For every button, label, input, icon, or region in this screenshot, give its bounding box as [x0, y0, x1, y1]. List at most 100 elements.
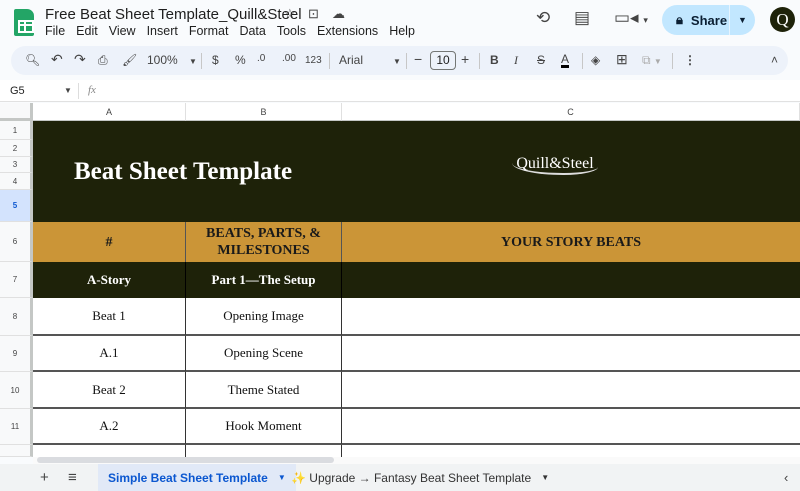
all-sheets-icon[interactable]: ≡ — [68, 469, 77, 486]
collapse-toolbar-icon[interactable]: ˄ — [771, 53, 778, 67]
tab-menu-icon[interactable]: ▼ — [541, 473, 549, 482]
story-beat-cell[interactable] — [342, 336, 800, 372]
quill-steel-logo[interactable]: Quill&Steel — [342, 121, 800, 222]
bold-icon[interactable]: B — [490, 53, 499, 67]
document-title[interactable]: Free Beat Sheet Template_Quill&Steel — [45, 6, 302, 23]
menu-data[interactable]: Data — [239, 24, 265, 38]
beat-name-cell[interactable]: Opening Scene — [186, 336, 342, 372]
font-size-input[interactable]: 10 — [430, 51, 456, 70]
column-header-a[interactable]: A — [33, 103, 186, 121]
menu-format[interactable]: Format — [189, 24, 229, 38]
beat-number-cell[interactable]: A.1 — [33, 336, 186, 372]
percent-button[interactable]: % — [235, 53, 246, 67]
sheets-logo[interactable] — [14, 9, 34, 36]
tab-label: ✨ Upgrade → Fantasy Beat Sheet Template — [291, 470, 532, 485]
search-icon[interactable]: 🔍︎ — [25, 53, 40, 67]
column-header-c[interactable]: C — [342, 103, 800, 121]
row-header[interactable]: 7 — [0, 262, 33, 298]
name-box[interactable]: G5 — [10, 85, 25, 97]
share-dropdown-icon[interactable]: ▼ — [729, 5, 755, 35]
strikethrough-icon[interactable]: S — [537, 53, 545, 67]
row-header[interactable]: 9 — [0, 336, 33, 372]
row-header[interactable]: 2 — [0, 140, 33, 157]
column-header-b[interactable]: B — [186, 103, 342, 121]
row-header[interactable]: 8 — [0, 298, 33, 336]
move-folder-icon[interactable]: ⊡ — [308, 6, 319, 22]
merge-cells-icon[interactable]: ⧉ ▼ — [642, 53, 662, 68]
version-history-icon[interactable]: ⟲ — [536, 8, 550, 28]
story-beat-cell[interactable] — [342, 409, 800, 445]
menu-help[interactable]: Help — [389, 24, 415, 38]
undo-icon[interactable]: ↶ — [51, 51, 63, 68]
row-header[interactable]: 3 — [0, 157, 33, 173]
print-icon[interactable]: ⎙ — [98, 53, 108, 68]
beat-name-cell[interactable]: Theme Stated — [186, 372, 342, 409]
name-box-dropdown-icon[interactable]: ▼ — [64, 86, 72, 95]
zoom-value: 100% — [147, 53, 178, 67]
menu-view[interactable]: View — [109, 24, 136, 38]
spreadsheet-grid[interactable]: A B C 1 2 3 4 5 6 7 8 9 10 11 Beat Sheet… — [0, 103, 800, 457]
cloud-status-icon[interactable]: ☁ — [332, 6, 345, 22]
text-color-icon[interactable]: A — [561, 53, 570, 68]
header-beats[interactable]: BEATS, PARTS, & MILESTONES — [186, 222, 342, 262]
formula-bar: G5 ▼ fx — [0, 80, 800, 102]
comments-icon[interactable]: ▤ — [574, 8, 590, 28]
header-story-beats[interactable]: YOUR STORY BEATS — [342, 222, 800, 262]
borders-icon[interactable]: ⊞ — [616, 51, 628, 68]
formula-input[interactable] — [110, 84, 790, 98]
sheet-title[interactable]: Beat Sheet Template — [33, 121, 342, 222]
beat-number-cell[interactable]: Beat 2 — [33, 372, 186, 409]
add-sheet-icon[interactable]: + — [40, 469, 49, 486]
font-select[interactable]: Arial ▼ — [339, 53, 401, 67]
menu-tools[interactable]: Tools — [277, 24, 306, 38]
beat-number-cell[interactable]: A.2 — [33, 409, 186, 445]
section-part-1[interactable]: Part 1—The Setup — [186, 262, 342, 298]
increase-decimal-button[interactable]: .00 — [282, 53, 296, 64]
star-icon[interactable]: ☆ — [284, 6, 296, 22]
font-value: Arial — [339, 53, 364, 67]
tab-fantasy-upgrade[interactable]: ✨ Upgrade → Fantasy Beat Sheet Template ▼ — [281, 464, 559, 491]
header-number[interactable]: # — [33, 222, 186, 262]
beat-number-cell[interactable]: Beat 1 — [33, 298, 186, 336]
meet-icon[interactable]: ▭◂ ▾ — [614, 8, 648, 28]
beat-number-cell[interactable] — [33, 445, 186, 457]
menu-extensions[interactable]: Extensions — [317, 24, 378, 38]
italic-icon[interactable]: I — [514, 53, 518, 68]
story-beat-cell[interactable] — [342, 372, 800, 409]
beat-name-cell[interactable]: Hook Moment — [186, 409, 342, 445]
row-header[interactable]: 11 — [0, 409, 33, 445]
share-label: Share — [690, 12, 728, 28]
tab-simple-beat-sheet[interactable]: Simple Beat Sheet Template ▼ — [98, 464, 296, 491]
scroll-tabs-left-icon[interactable]: ‹ — [784, 470, 788, 485]
lock-icon: 🔒︎ — [676, 12, 683, 27]
select-all-corner[interactable] — [0, 103, 33, 121]
paint-format-icon[interactable]: 🖌︎ — [122, 53, 137, 67]
beat-name-cell[interactable]: Opening Image — [186, 298, 342, 336]
decrease-decimal-button[interactable]: .0 — [257, 53, 265, 64]
row-header[interactable]: 4 — [0, 173, 33, 190]
row-header[interactable] — [0, 445, 33, 457]
sheet-tabs-bar: + ≡ Simple Beat Sheet Template ▼ ✨ Upgrad… — [0, 464, 800, 491]
story-beat-cell[interactable] — [342, 298, 800, 336]
menu-edit[interactable]: Edit — [76, 24, 98, 38]
more-options-icon[interactable]: ⋮ — [684, 53, 696, 67]
zoom-select[interactable]: 100% ▼ — [147, 53, 197, 67]
section-a-story[interactable]: A-Story — [33, 262, 186, 298]
menu-insert[interactable]: Insert — [147, 24, 178, 38]
share-button[interactable]: 🔒︎ Share ▼ — [662, 5, 755, 35]
row-header[interactable]: 6 — [0, 222, 33, 262]
row-header-selected[interactable]: 5 — [0, 190, 33, 222]
fill-color-icon[interactable]: ◈ — [591, 53, 600, 67]
section-story-cell[interactable] — [342, 262, 800, 298]
decrease-font-size-button[interactable]: − — [414, 51, 422, 67]
currency-button[interactable]: $ — [212, 53, 219, 67]
redo-icon[interactable]: ↷ — [74, 51, 86, 68]
beat-name-cell[interactable] — [186, 445, 342, 457]
increase-font-size-button[interactable]: + — [461, 51, 469, 67]
number-format-button[interactable]: 123 — [305, 55, 322, 66]
row-header[interactable]: 10 — [0, 372, 33, 409]
menu-file[interactable]: File — [45, 24, 65, 38]
row-header[interactable]: 1 — [0, 121, 33, 140]
avatar[interactable]: Q — [770, 7, 795, 32]
scrollbar-thumb[interactable] — [37, 457, 334, 463]
